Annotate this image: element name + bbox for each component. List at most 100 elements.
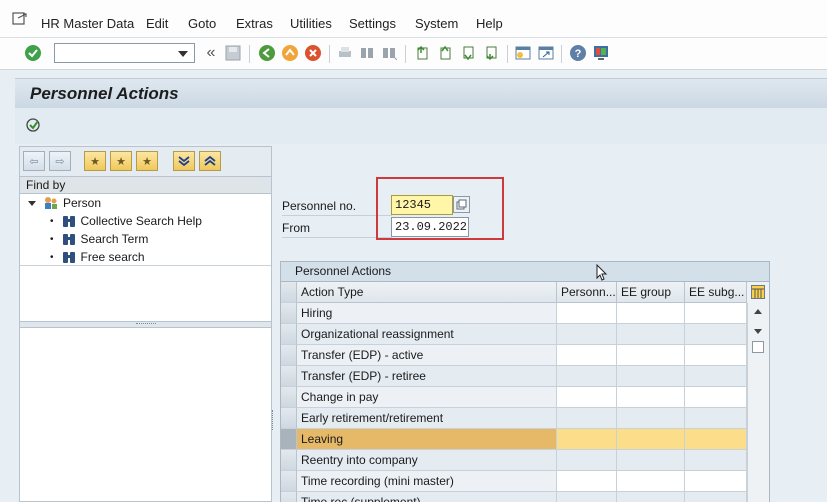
cell-personnel[interactable] xyxy=(557,324,617,345)
favorite-edit-icon[interactable]: ★ xyxy=(136,151,158,171)
column-header-ee-subgroup[interactable]: EE subg... xyxy=(685,282,747,303)
tree-node-search-term[interactable]: • Search Term xyxy=(50,230,148,248)
cell-ee-group[interactable] xyxy=(617,429,685,450)
menu-edit[interactable]: Edit xyxy=(146,16,168,31)
help-icon[interactable]: ? xyxy=(569,44,587,62)
row-selector[interactable] xyxy=(281,324,297,345)
save-icon[interactable] xyxy=(224,44,242,62)
column-header-ee-group[interactable]: EE group xyxy=(617,282,685,303)
page-title: Personnel Actions xyxy=(30,84,179,103)
triangle-down-icon[interactable] xyxy=(28,200,36,206)
vertical-scrollbar[interactable] xyxy=(747,303,769,502)
column-header-personnel[interactable]: Personn... xyxy=(557,282,617,303)
cell-ee-subgroup[interactable] xyxy=(685,324,747,345)
cell-personnel[interactable] xyxy=(557,345,617,366)
cell-personnel[interactable] xyxy=(557,492,617,502)
back-icon[interactable] xyxy=(258,44,276,62)
arrow-left-icon[interactable]: ⇦ xyxy=(23,151,45,171)
collapse-command-icon[interactable]: « xyxy=(202,44,220,62)
cell-personnel[interactable] xyxy=(557,387,617,408)
cell-personnel[interactable] xyxy=(557,303,617,324)
first-page-icon[interactable] xyxy=(414,44,432,62)
menu-utilities[interactable]: Utilities xyxy=(290,16,332,31)
arrow-right-icon[interactable]: ⇨ xyxy=(49,151,71,171)
row-selector[interactable] xyxy=(281,387,297,408)
cell-ee-group[interactable] xyxy=(617,366,685,387)
row-selector[interactable] xyxy=(281,408,297,429)
cell-personnel[interactable] xyxy=(557,429,617,450)
menu-icon[interactable] xyxy=(12,12,28,26)
tree-node-collective-search-help[interactable]: • Collective Search Help xyxy=(50,212,202,230)
row-selector[interactable] xyxy=(281,366,297,387)
menu-extras[interactable]: Extras xyxy=(236,16,273,31)
row-selector[interactable] xyxy=(281,450,297,471)
cell-ee-subgroup[interactable] xyxy=(685,471,747,492)
cell-personnel[interactable] xyxy=(557,450,617,471)
print-icon[interactable] xyxy=(336,44,354,62)
cell-ee-subgroup[interactable] xyxy=(685,345,747,366)
favorite-icon[interactable]: ★ xyxy=(110,151,132,171)
cell-ee-subgroup[interactable] xyxy=(685,408,747,429)
cell-ee-group[interactable] xyxy=(617,408,685,429)
row-selector[interactable] xyxy=(281,471,297,492)
cell-personnel[interactable] xyxy=(557,471,617,492)
tree-label-person: Person xyxy=(63,196,102,210)
cell-ee-group[interactable] xyxy=(617,387,685,408)
cell-ee-group[interactable] xyxy=(617,303,685,324)
previous-page-icon[interactable] xyxy=(437,44,455,62)
cell-action-type: Transfer (EDP) - active xyxy=(297,345,557,366)
command-field[interactable] xyxy=(54,43,195,63)
menu-goto[interactable]: Goto xyxy=(188,16,216,31)
select-all-cell[interactable] xyxy=(281,282,297,303)
cell-ee-subgroup[interactable] xyxy=(685,429,747,450)
menu-settings[interactable]: Settings xyxy=(349,16,396,31)
cell-personnel[interactable] xyxy=(557,366,617,387)
cell-ee-group[interactable] xyxy=(617,471,685,492)
row-selector[interactable] xyxy=(281,345,297,366)
cell-ee-group[interactable] xyxy=(617,345,685,366)
tree-node-person[interactable]: Person xyxy=(28,194,101,212)
row-selector[interactable] xyxy=(281,492,297,502)
scroll-thumb[interactable] xyxy=(752,341,764,353)
cell-ee-subgroup[interactable] xyxy=(685,366,747,387)
find-next-icon[interactable] xyxy=(380,44,398,62)
menu-hr-master-data[interactable]: HR Master Data xyxy=(41,16,134,31)
tree-label-collective-search-help: Collective Search Help xyxy=(80,214,202,228)
menu-system[interactable]: System xyxy=(415,16,458,31)
cell-ee-group[interactable] xyxy=(617,492,685,502)
collapse-down-icon[interactable] xyxy=(173,151,195,171)
last-page-icon[interactable] xyxy=(483,44,501,62)
tree-node-free-search[interactable]: • Free search xyxy=(50,248,145,266)
create-shortcut-icon[interactable] xyxy=(537,44,555,62)
table-settings-icon[interactable] xyxy=(751,285,765,299)
column-header-action-type[interactable]: Action Type xyxy=(297,282,557,303)
create-session-icon[interactable] xyxy=(514,44,532,62)
mouse-cursor-icon xyxy=(596,264,608,281)
cell-ee-group[interactable] xyxy=(617,450,685,471)
exit-icon[interactable] xyxy=(281,44,299,62)
cell-ee-subgroup[interactable] xyxy=(685,450,747,471)
scroll-down-icon[interactable] xyxy=(754,329,762,334)
enter-icon[interactable] xyxy=(24,44,42,62)
row-selector[interactable] xyxy=(281,429,297,450)
persons-icon xyxy=(45,197,57,209)
find-icon[interactable] xyxy=(358,44,376,62)
cell-action-type: Leaving xyxy=(297,429,557,450)
next-page-icon[interactable] xyxy=(460,44,478,62)
tree-label-search-term: Search Term xyxy=(80,232,149,246)
cell-ee-subgroup[interactable] xyxy=(685,303,747,324)
scroll-up-icon[interactable] xyxy=(754,309,762,314)
chevron-down-icon[interactable] xyxy=(178,51,188,57)
execute-icon[interactable] xyxy=(25,116,43,134)
cancel-icon[interactable] xyxy=(304,44,322,62)
favorite-add-icon[interactable]: ★ xyxy=(84,151,106,171)
customize-layout-icon[interactable] xyxy=(592,44,610,62)
row-selector[interactable] xyxy=(281,303,297,324)
menu-help[interactable]: Help xyxy=(476,16,503,31)
vertical-sash[interactable] xyxy=(272,410,275,430)
cell-ee-subgroup[interactable] xyxy=(685,492,747,502)
cell-ee-group[interactable] xyxy=(617,324,685,345)
cell-ee-subgroup[interactable] xyxy=(685,387,747,408)
cell-personnel[interactable] xyxy=(557,408,617,429)
expand-up-icon[interactable] xyxy=(199,151,221,171)
